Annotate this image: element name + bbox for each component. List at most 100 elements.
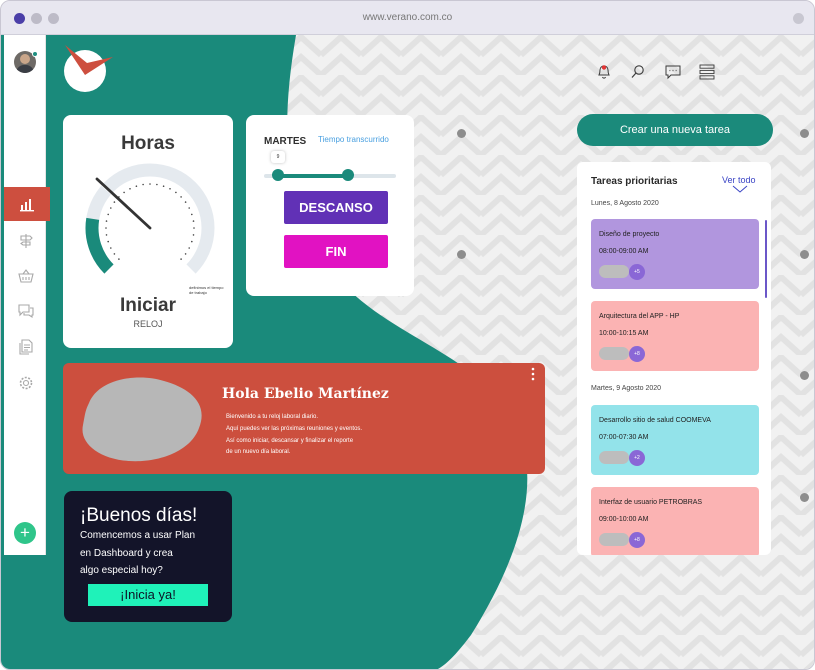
- date-label: Martes, 9 Agosto 2020: [591, 385, 662, 392]
- gauge-tick: [113, 253, 116, 255]
- gauge-tick: [105, 220, 108, 222]
- gauge-tick: [191, 213, 193, 216]
- tasks-scrollbar[interactable]: [765, 220, 767, 298]
- browser-titlebar: www.verano.com.co: [1, 1, 814, 35]
- reloj-label: RELOJ: [133, 319, 163, 329]
- welcome-line: Aquí puedes ver las próximas reuniones y…: [226, 426, 363, 432]
- descanso-button[interactable]: DESCANSO: [284, 191, 388, 224]
- browser-window: www.verano.com.co + Horas definimos el t…: [0, 0, 815, 670]
- app-viewport: + Horas definimos el tiempo de trabajo I…: [1, 35, 814, 669]
- gauge-tick: [192, 234, 195, 236]
- bell-icon[interactable]: [595, 63, 613, 81]
- gauge-ticks: [105, 183, 195, 260]
- view-all-link[interactable]: Ver todo: [722, 175, 756, 185]
- menu-icon[interactable]: [698, 63, 716, 81]
- gauge-tick: [191, 240, 193, 243]
- gauge-tick: [162, 185, 165, 187]
- elapsed-time-link[interactable]: Tiempo transcurrido: [318, 135, 389, 144]
- task-name: Diseño de proyecto: [599, 231, 660, 238]
- gauge-tick: [135, 185, 138, 187]
- horas-card: Horas definimos el tiempo de trabajo Ini…: [63, 115, 233, 348]
- decorative-dot: [800, 250, 809, 259]
- browser-menu-dot[interactable]: [793, 13, 804, 24]
- welcome-line: Bienvenido a tu reloj laboral diario.: [226, 414, 319, 420]
- time-slider-fill: [278, 174, 348, 178]
- greeting-line: en Dashboard y crea: [80, 548, 173, 559]
- search-icon[interactable]: [629, 63, 647, 81]
- task-card[interactable]: Arquitectura del APP - HP 10:00-10:15 AM…: [591, 301, 759, 371]
- gauge-tick: [180, 196, 182, 198]
- task-card[interactable]: Interfaz de usuario PETROBRAS 09:00-10:0…: [591, 487, 759, 555]
- gauge-tick: [142, 183, 144, 186]
- greeting-line: algo especial hoy?: [80, 565, 163, 576]
- task-card[interactable]: Desarrollo sitio de salud COOMEVA 07:00-…: [591, 405, 759, 475]
- gauge-tick: [169, 188, 171, 190]
- decorative-dot: [800, 129, 809, 138]
- gauge-tick: [184, 201, 187, 203]
- decorative-dot: [800, 493, 809, 502]
- time-slider-end-handle[interactable]: [342, 169, 354, 181]
- gauge-tick: [118, 258, 120, 260]
- participants-pill: [599, 451, 629, 464]
- welcome-line: Así como iniciar, descansar y finalizar …: [226, 438, 354, 444]
- gauge-note: definimos el tiempo de trabajo: [189, 285, 224, 295]
- welcome-banner: Hola Ebelio Martínez Bienvenido a tu rel…: [63, 363, 545, 474]
- gauge-tick: [123, 191, 125, 194]
- gauge-tick: [188, 207, 190, 209]
- participants-count-badge: +8: [629, 532, 645, 548]
- gauge-tick: [113, 201, 116, 203]
- horas-title: Horas: [121, 133, 175, 154]
- more-options-icon[interactable]: [530, 367, 536, 381]
- gauge-tick: [149, 183, 151, 185]
- inicia-ya-button[interactable]: ¡Inicia ya!: [88, 584, 208, 606]
- create-task-button[interactable]: Crear una nueva tarea: [577, 114, 773, 146]
- gauge-tick: [175, 191, 177, 194]
- decorative-dot: [457, 250, 466, 259]
- gauge-tick: [105, 234, 108, 236]
- participants-count-badge: +5: [629, 264, 645, 280]
- gauge-tick: [107, 240, 109, 243]
- date-label: Lunes, 8 Agosto 2020: [591, 200, 659, 207]
- address-bar[interactable]: www.verano.com.co: [1, 12, 814, 23]
- documents-icon[interactable]: [18, 339, 34, 355]
- verano-logo: [64, 45, 113, 92]
- chevron-down-icon[interactable]: [732, 185, 748, 193]
- chat-icon[interactable]: [18, 303, 34, 319]
- gauge-tick: [188, 247, 190, 249]
- task-card[interactable]: Diseño de proyecto 08:00-09:00 AM +5: [591, 219, 759, 289]
- basket-icon[interactable]: [18, 268, 34, 284]
- task-name: Desarrollo sitio de salud COOMEVA: [599, 417, 711, 424]
- gauge-tick: [192, 220, 195, 222]
- gauge-tick: [110, 207, 112, 209]
- add-button[interactable]: +: [14, 522, 36, 544]
- avatar-face: [20, 54, 30, 64]
- gauge-tick: [105, 227, 107, 229]
- iniciar-button[interactable]: Iniciar: [63, 295, 233, 317]
- signpost-icon[interactable]: [18, 233, 34, 249]
- task-time: 08:00-09:00 AM: [599, 248, 649, 255]
- profile-photo-placeholder: [82, 377, 202, 462]
- greeting-card: ¡Buenos días! Comencemos a usar Plan en …: [64, 491, 232, 622]
- online-status-dot: [32, 51, 38, 57]
- sidebar-item-dashboard[interactable]: [4, 187, 50, 221]
- message-icon[interactable]: [664, 63, 682, 81]
- participants-pill: [599, 533, 629, 546]
- priority-tasks-panel: Tareas prioritarias Ver todo Lunes, 8 Ag…: [577, 162, 771, 555]
- gauge-tick: [110, 247, 112, 249]
- day-label: MARTES: [264, 136, 307, 147]
- gauge-tick: [107, 213, 109, 216]
- tasks-title: Tareas prioritarias: [591, 176, 678, 187]
- greeting-title: ¡Buenos días!: [80, 505, 198, 526]
- gauge-tick: [129, 188, 131, 190]
- time-slider-start-handle[interactable]: [272, 169, 284, 181]
- participants-count-badge: +8: [629, 346, 645, 362]
- gauge-tick: [193, 227, 195, 229]
- fin-button[interactable]: FIN: [284, 235, 388, 268]
- participants-count-badge: +2: [629, 450, 645, 466]
- decorative-dot: [800, 371, 809, 380]
- gauge-tick: [180, 258, 182, 260]
- gauge-needle: [95, 177, 152, 230]
- gear-icon[interactable]: [18, 375, 34, 391]
- task-time: 09:00-10:00 AM: [599, 516, 649, 523]
- martes-card: MARTES Tiempo transcurrido 9 DESCANSO FI…: [246, 115, 414, 296]
